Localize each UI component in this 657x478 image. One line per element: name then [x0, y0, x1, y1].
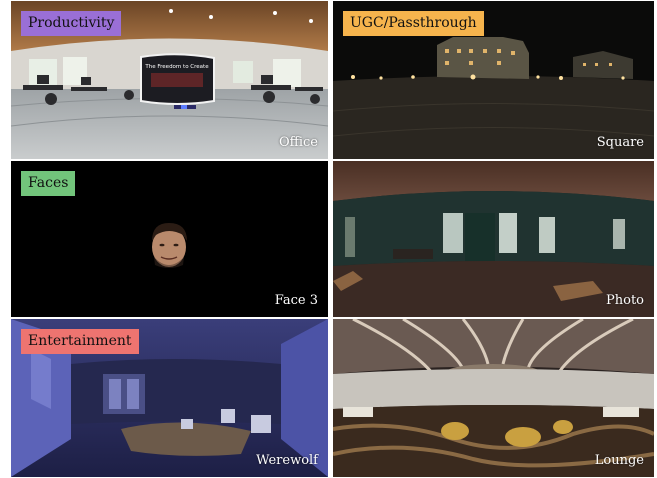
square-scene-tile: UGC/Passthrough Square — [333, 1, 654, 159]
werewolf-scene-tile: Entertainment Werewolf — [11, 319, 328, 477]
face-image — [152, 223, 187, 268]
scene-name-label: Square — [596, 135, 644, 150]
scene-name-label: Lounge — [594, 453, 644, 468]
scene-name-label: Face 3 — [274, 293, 318, 308]
scene-name-label: Office — [278, 135, 318, 150]
scene-name-label: Photo — [606, 293, 644, 308]
virtual-slide-panel: The Freedom to Create — [140, 53, 215, 109]
category-label: Faces — [21, 171, 76, 196]
category-label: Entertainment — [21, 329, 139, 354]
scene-name-label: Werewolf — [256, 453, 318, 468]
face-scene-tile: Faces Face 3 — [11, 161, 328, 317]
office-scene-tile: The Freedom to Create Productivity Offic… — [11, 1, 328, 159]
lounge-scene-tile: Lounge — [333, 319, 654, 477]
category-label: Productivity — [21, 11, 122, 36]
slide-title: The Freedom to Create — [144, 64, 209, 70]
category-label: UGC/Passthrough — [343, 11, 484, 36]
photo-scene-tile: Photo — [333, 161, 654, 317]
